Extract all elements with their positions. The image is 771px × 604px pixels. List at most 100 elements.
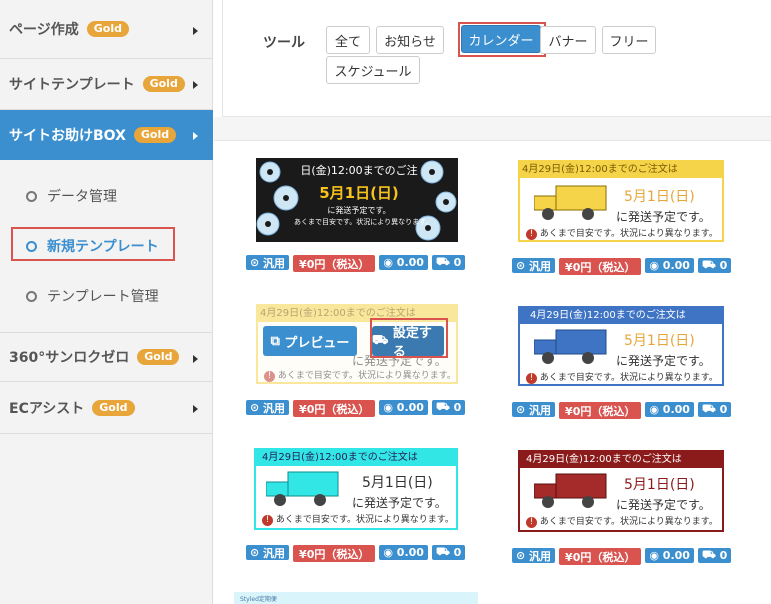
card-disclaimer: ! あくまで目安です。状況により異なります。 bbox=[262, 512, 454, 526]
filter-all-button[interactable]: 全て bbox=[326, 26, 370, 54]
card-ship-note: に発送予定です。 bbox=[616, 498, 711, 512]
chevron-right-icon bbox=[193, 355, 198, 363]
cart-badge: ⛟ 0 bbox=[697, 548, 732, 563]
card-ship-note: に発送予定です。 bbox=[616, 210, 711, 224]
card-ship-date: 5月1日(日) bbox=[624, 333, 695, 349]
rating-badge: ◉ 0.00 bbox=[645, 402, 694, 417]
truck-icon bbox=[534, 329, 607, 364]
type-badge: ⊙ 汎用 bbox=[512, 258, 556, 273]
preview-button[interactable]: ⧉ プレビュー bbox=[263, 326, 357, 356]
filter-news-button[interactable]: お知らせ bbox=[376, 26, 444, 54]
tools-label: ツール bbox=[263, 35, 305, 51]
type-badge: ⊙ 汎用 bbox=[246, 255, 290, 270]
price-badge: ¥0円（税込） bbox=[293, 255, 376, 272]
highlight-frame bbox=[370, 318, 448, 358]
template-card-yellow-truck[interactable]: 4月29日(金)12:00までのご注文は 5月1日(日) に発送予定です。 ! … bbox=[518, 160, 724, 242]
chevron-right-icon bbox=[193, 132, 198, 140]
sidebar-item-ec-assist[interactable]: ECアシスト Gold bbox=[0, 382, 213, 434]
card-order-line: 日(金)12:00までのご注 bbox=[300, 164, 418, 177]
external-link-icon: ⧉ bbox=[270, 333, 285, 349]
type-badge: ⊙ 汎用 bbox=[246, 545, 290, 560]
cart-badge: ⛟ 0 bbox=[431, 400, 466, 415]
template-card-blue-truck[interactable]: 4月29日(金)12:00までのご注文は 5月1日(日) に発送予定です。 ! … bbox=[518, 306, 724, 386]
card-order-line: 4月29日(金)12:00までのご注文は bbox=[520, 452, 722, 468]
rating-badge: ◉ 0.00 bbox=[379, 400, 428, 415]
template-card-floral[interactable]: 日(金)12:00までのご注 5月1日(日) に発送予定です。 あくまで目安です… bbox=[256, 158, 458, 242]
circle-icon bbox=[26, 290, 37, 302]
type-badge: ⊙ 汎用 bbox=[512, 402, 556, 417]
price-badge: ¥0円（税込） bbox=[559, 402, 642, 419]
template-card-partial[interactable]: Styled定期便 bbox=[234, 592, 478, 604]
gold-badge: Gold bbox=[142, 76, 185, 92]
app-root: ページ作成 Gold サイトテンプレート Gold サイトお助けBOX Gold… bbox=[0, 0, 771, 604]
warning-icon: ! bbox=[264, 371, 275, 382]
card-ship-date: 5月1日(日) bbox=[624, 477, 695, 493]
sidebar-item-site-help-box[interactable]: サイトお助けBOX Gold bbox=[0, 110, 213, 160]
truck-icon bbox=[266, 471, 339, 506]
sidebar-item-360[interactable]: 360°サンロクゼロ Gold bbox=[0, 332, 213, 382]
gold-badge: Gold bbox=[86, 21, 129, 37]
card-ship-date: 5月1日(日) bbox=[362, 475, 433, 491]
card-ship-note: に発送予定です。 bbox=[352, 496, 447, 510]
price-badge: ¥0円（税込） bbox=[559, 548, 642, 565]
section-divider bbox=[214, 117, 771, 141]
price-badge: ¥0円（税込） bbox=[293, 400, 376, 417]
type-badge: ⊙ 汎用 bbox=[512, 548, 556, 563]
card-meta: ⊙ 汎用 ¥0円（税込） ◉ 0.00 ⛟ 0 bbox=[246, 545, 466, 562]
card-meta: ⊙ 汎用 ¥0円（税込） ◉ 0.00 ⛟ 0 bbox=[512, 402, 732, 419]
truck-icon bbox=[534, 473, 607, 508]
chevron-right-icon bbox=[193, 27, 198, 35]
gold-badge: Gold bbox=[92, 399, 135, 416]
card-ship-note: に発送予定です。 bbox=[616, 354, 711, 368]
sidebar-item-site-template[interactable]: サイトテンプレート Gold bbox=[0, 59, 213, 110]
template-card-red-truck[interactable]: 4月29日(金)12:00までのご注文は 5月1日(日) に発送予定です。 ! … bbox=[518, 450, 724, 532]
chevron-right-icon bbox=[193, 405, 198, 413]
rating-badge: ◉ 0.00 bbox=[379, 545, 428, 560]
sidebar-subitem-label: テンプレート管理 bbox=[47, 289, 159, 305]
highlight-frame bbox=[458, 22, 546, 57]
card-disclaimer: ! あくまで目安です。状況により異なります。 bbox=[526, 370, 718, 384]
card-meta: ⊙ 汎用 ¥0円（税込） ◉ 0.00 ⛟ 0 bbox=[246, 255, 466, 272]
sidebar-subitem-template-manage[interactable]: テンプレート管理 bbox=[26, 286, 159, 306]
sidebar: ページ作成 Gold サイトテンプレート Gold サイトお助けBOX Gold… bbox=[0, 0, 213, 604]
warning-icon: ! bbox=[526, 229, 537, 240]
sidebar-item-label: サイトテンプレート bbox=[9, 77, 135, 93]
sidebar-subitem-data-manage[interactable]: データ管理 bbox=[26, 186, 117, 206]
sidebar-item-label: ページ作成 bbox=[9, 22, 79, 38]
sidebar-subitem-label: データ管理 bbox=[47, 189, 117, 205]
rating-badge: ◉ 0.00 bbox=[379, 255, 428, 270]
cart-badge: ⛟ 0 bbox=[697, 402, 732, 417]
main-content: ツール 全て お知らせ カレンダー バナー フリー スケジュール 日(金)12:… bbox=[214, 0, 771, 604]
price-badge: ¥0円（税込） bbox=[559, 258, 642, 275]
chevron-right-icon bbox=[193, 81, 198, 89]
highlight-frame bbox=[11, 227, 175, 261]
type-badge: ⊙ 汎用 bbox=[246, 400, 290, 415]
card-disclaimer: ! あくまで目安です。状況により異なります。 bbox=[526, 514, 718, 528]
sidebar-item-page-create[interactable]: ページ作成 Gold bbox=[0, 0, 213, 59]
filter-free-button[interactable]: フリー bbox=[602, 26, 656, 54]
cart-badge: ⛟ 0 bbox=[697, 258, 732, 273]
truck-icon bbox=[534, 185, 607, 220]
card-meta: ⊙ 汎用 ¥0円（税込） ◉ 0.00 ⛟ 0 bbox=[246, 400, 466, 417]
card-order-line: 4月29日(金)12:00までのご注文は bbox=[256, 450, 456, 466]
filter-schedule-button[interactable]: スケジュール bbox=[326, 56, 420, 84]
circle-icon bbox=[26, 190, 37, 202]
gold-badge: Gold bbox=[137, 349, 180, 365]
warning-icon: ! bbox=[526, 373, 537, 384]
card-disclaimer: あくまで目安です。状況により異なります。 bbox=[294, 218, 433, 226]
card-order-line: 4月29日(金)12:00までのご注文は bbox=[520, 308, 722, 324]
card-order-line: 4月29日(金)12:00までのご注文は bbox=[520, 162, 722, 178]
card-disclaimer: ! あくまで目安です。状況により異なります。 bbox=[526, 226, 718, 240]
card-ship-date: 5月1日(日) bbox=[319, 184, 399, 202]
warning-icon: ! bbox=[526, 517, 537, 528]
template-card-cyan-truck[interactable]: 4月29日(金)12:00までのご注文は 5月1日(日) に発送予定です。 ! … bbox=[254, 448, 458, 530]
card-title: Styled定期便 bbox=[240, 596, 277, 603]
price-badge: ¥0円（税込） bbox=[293, 545, 376, 562]
filter-banner-button[interactable]: バナー bbox=[540, 26, 596, 54]
card-ship-note: に発送予定です。 bbox=[327, 206, 391, 215]
card-meta: ⊙ 汎用 ¥0円（税込） ◉ 0.00 ⛟ 0 bbox=[512, 548, 732, 565]
tool-filter-panel: ツール 全て お知らせ カレンダー バナー フリー スケジュール bbox=[222, 0, 771, 117]
sidebar-item-label: サイトお助けBOX bbox=[9, 128, 126, 144]
gold-badge: Gold bbox=[133, 127, 177, 143]
rating-badge: ◉ 0.00 bbox=[645, 258, 694, 273]
